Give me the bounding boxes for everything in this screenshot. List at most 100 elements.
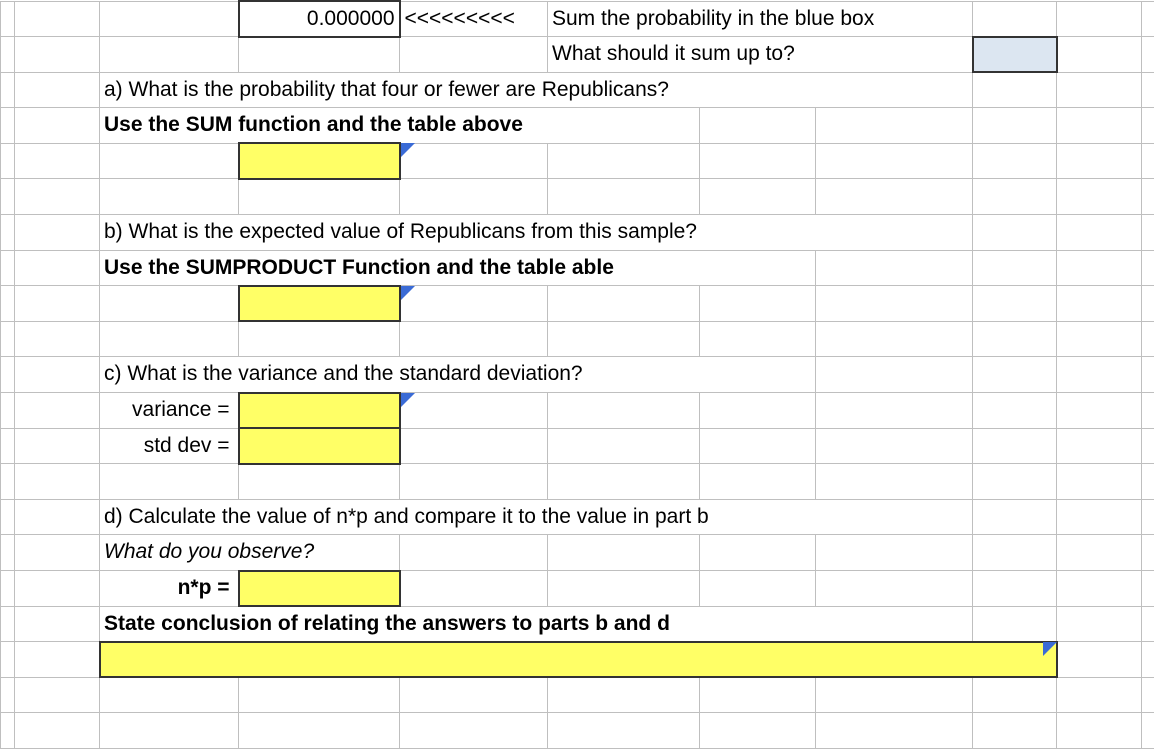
cell[interactable] xyxy=(239,37,400,73)
cell[interactable] xyxy=(816,535,973,571)
cell[interactable] xyxy=(548,535,700,571)
cell[interactable] xyxy=(400,571,548,607)
cell[interactable] xyxy=(15,179,100,215)
cell[interactable] xyxy=(400,393,548,429)
cell[interactable] xyxy=(15,393,100,429)
question-d-prompt[interactable]: d) Calculate the value of n*p and compar… xyxy=(100,499,973,535)
answer-cell-b[interactable] xyxy=(239,286,400,322)
cell[interactable] xyxy=(973,357,1057,393)
cell[interactable] xyxy=(1057,215,1142,251)
cell[interactable] xyxy=(1,464,15,500)
cell[interactable] xyxy=(816,357,973,393)
cell[interactable] xyxy=(1142,143,1154,179)
cell[interactable] xyxy=(15,535,100,571)
cell[interactable] xyxy=(973,108,1057,144)
cell[interactable] xyxy=(973,571,1057,607)
cell[interactable] xyxy=(100,321,239,357)
cell[interactable] xyxy=(548,321,700,357)
cell[interactable] xyxy=(1057,713,1142,749)
cell[interactable] xyxy=(1142,713,1154,749)
cell[interactable] xyxy=(1142,37,1154,73)
cell[interactable] xyxy=(15,286,100,322)
cell[interactable] xyxy=(100,37,239,73)
cell[interactable] xyxy=(1142,571,1154,607)
cell[interactable] xyxy=(1057,499,1142,535)
cell[interactable] xyxy=(700,393,816,429)
cell[interactable] xyxy=(239,464,400,500)
cell[interactable] xyxy=(973,677,1057,713)
cell[interactable] xyxy=(15,571,100,607)
cell[interactable] xyxy=(15,250,100,286)
cell[interactable] xyxy=(239,713,400,749)
cell[interactable] xyxy=(1142,72,1154,108)
answer-cell-a[interactable] xyxy=(239,143,400,179)
cell[interactable] xyxy=(1057,428,1142,464)
cell[interactable] xyxy=(1,499,15,535)
cell[interactable] xyxy=(100,713,239,749)
cell[interactable] xyxy=(973,606,1057,642)
cell[interactable] xyxy=(1142,215,1154,251)
cell[interactable] xyxy=(1057,321,1142,357)
cell[interactable] xyxy=(973,499,1057,535)
cell[interactable] xyxy=(100,286,239,322)
cell[interactable] xyxy=(700,108,816,144)
cell[interactable] xyxy=(1,215,15,251)
cell[interactable] xyxy=(973,428,1057,464)
cell[interactable] xyxy=(816,179,973,215)
cell[interactable] xyxy=(15,1,100,37)
cell[interactable] xyxy=(548,713,700,749)
cell[interactable] xyxy=(1,108,15,144)
cell[interactable] xyxy=(15,143,100,179)
cell[interactable] xyxy=(973,535,1057,571)
cell[interactable] xyxy=(1142,535,1154,571)
cell[interactable] xyxy=(548,286,700,322)
cell[interactable] xyxy=(1,143,15,179)
cell[interactable] xyxy=(15,428,100,464)
cell[interactable] xyxy=(1142,606,1154,642)
cell[interactable] xyxy=(1,179,15,215)
cell[interactable] xyxy=(15,108,100,144)
question-b-prompt[interactable]: b) What is the expected value of Republi… xyxy=(100,215,973,251)
cell[interactable] xyxy=(816,713,973,749)
cell[interactable] xyxy=(400,143,548,179)
cell[interactable] xyxy=(15,499,100,535)
answer-cell-np[interactable] xyxy=(239,571,400,607)
cell[interactable] xyxy=(15,677,100,713)
cell[interactable] xyxy=(1,606,15,642)
cell[interactable] xyxy=(973,321,1057,357)
cell[interactable] xyxy=(816,464,973,500)
cell[interactable] xyxy=(1057,606,1142,642)
cell[interactable] xyxy=(1142,499,1154,535)
value-cell[interactable]: 0.000000 xyxy=(239,1,400,37)
cell[interactable] xyxy=(1057,357,1142,393)
question-a-prompt[interactable]: a) What is the probability that four or … xyxy=(100,72,973,108)
question-d-observe[interactable]: What do you observe? xyxy=(100,535,400,571)
cell[interactable] xyxy=(239,321,400,357)
cell[interactable] xyxy=(1,321,15,357)
cell[interactable] xyxy=(1,1,15,37)
cell[interactable] xyxy=(1057,571,1142,607)
answer-cell-blue[interactable] xyxy=(973,37,1057,73)
cell[interactable] xyxy=(1142,357,1154,393)
cell[interactable] xyxy=(1,286,15,322)
spreadsheet-grid[interactable]: 0.000000 <<<<<<<<< Sum the probability i… xyxy=(0,0,1154,749)
cell[interactable] xyxy=(973,286,1057,322)
cell[interactable] xyxy=(1,535,15,571)
cell[interactable] xyxy=(1057,143,1142,179)
cell[interactable] xyxy=(1142,286,1154,322)
cell[interactable] xyxy=(1,72,15,108)
answer-cell-variance[interactable] xyxy=(239,393,400,429)
cell[interactable] xyxy=(1142,393,1154,429)
cell[interactable] xyxy=(1057,1,1142,37)
cell[interactable] xyxy=(1057,37,1142,73)
cell[interactable] xyxy=(548,179,700,215)
cell[interactable] xyxy=(816,571,973,607)
cell[interactable] xyxy=(1142,108,1154,144)
cell[interactable] xyxy=(400,286,548,322)
cell[interactable] xyxy=(15,72,100,108)
np-label[interactable]: n*p = xyxy=(100,571,239,607)
answer-cell-stddev[interactable] xyxy=(239,428,400,464)
cell[interactable] xyxy=(1057,677,1142,713)
cell[interactable] xyxy=(1142,321,1154,357)
cell[interactable] xyxy=(548,677,700,713)
